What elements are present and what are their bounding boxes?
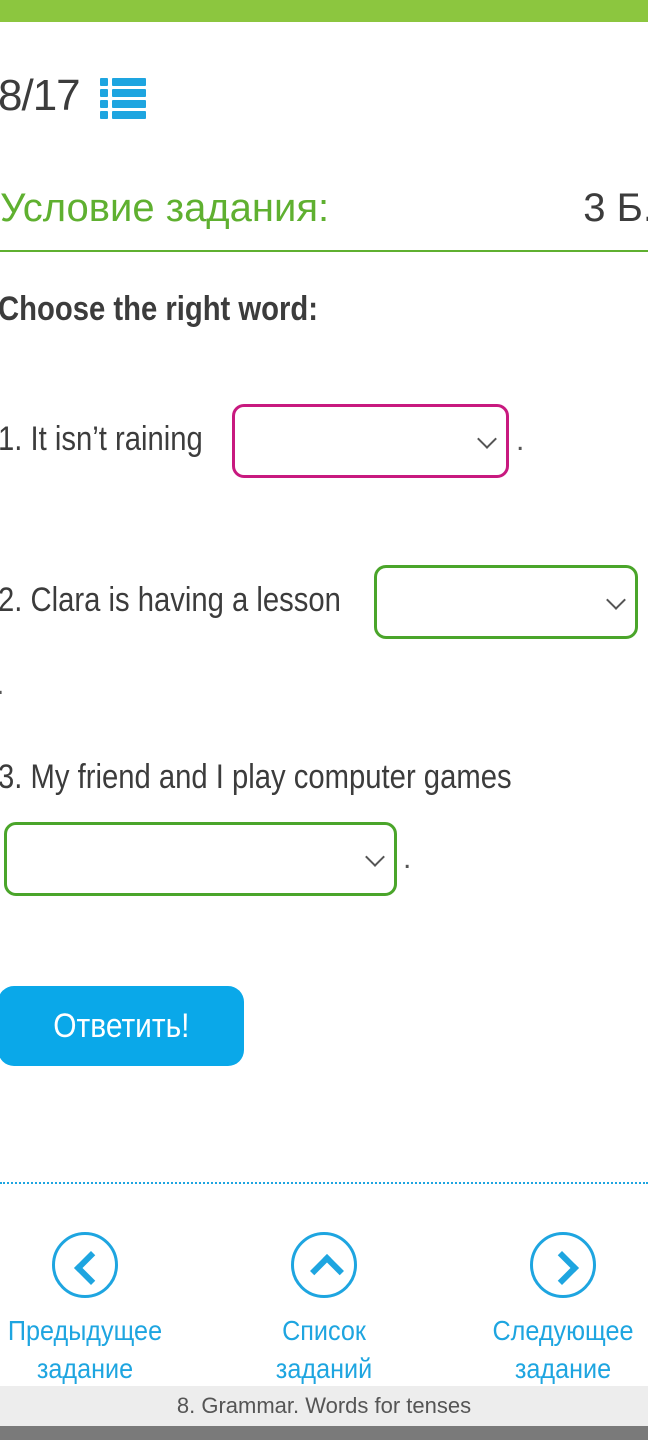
task-list-button[interactable]: Список заданий [204, 1232, 444, 1388]
chevron-down-icon [606, 590, 626, 610]
question-1-suffix: . [516, 424, 525, 457]
chevron-left-icon [52, 1232, 118, 1298]
question-3-select[interactable] [4, 822, 397, 896]
submit-button-label: Ответить! [52, 1006, 190, 1045]
task-list-label-2: заданий [275, 1353, 373, 1384]
question-3-text: 3. My friend and I play computer games [0, 758, 512, 796]
condition-points: 3 Б. [583, 186, 648, 230]
task-instruction: Choose the right word: [0, 290, 319, 328]
question-3-suffix: . [403, 842, 412, 875]
task-counter: 8/17 [0, 66, 148, 126]
chevron-right-icon [530, 1232, 596, 1298]
question-2-text: 2. Clara is having a lesson [0, 581, 341, 619]
question-2-suffix: . [0, 668, 4, 702]
submit-button[interactable]: Ответить! [0, 986, 244, 1066]
task-counter-text: 8/17 [0, 71, 81, 120]
prev-task-label-1: Предыдущее [7, 1315, 163, 1346]
next-task-label-2: задание [514, 1353, 612, 1384]
next-task-label-1: Следующее [492, 1315, 634, 1346]
condition-divider [0, 250, 648, 252]
list-icon[interactable] [99, 74, 148, 119]
chevron-down-icon [477, 429, 497, 449]
question-2-select[interactable] [374, 565, 638, 639]
condition-title: Условие задания: [0, 186, 330, 230]
question-1-text: 1. It isn’t raining [0, 420, 203, 458]
chevron-down-icon [365, 847, 385, 867]
footer-title-text: 8. Grammar. Words for tenses [176, 1393, 472, 1418]
bottom-strip [0, 1426, 648, 1440]
prev-task-label-2: задание [36, 1353, 134, 1384]
next-task-button[interactable]: Следующее задание [443, 1232, 648, 1388]
task-list-label-1: Список [282, 1315, 366, 1346]
nav-divider [0, 1182, 648, 1184]
top-progress-bar [0, 0, 648, 22]
footer-title: 8. Grammar. Words for tenses [0, 1386, 648, 1426]
chevron-up-icon [291, 1232, 357, 1298]
question-1-select[interactable] [232, 404, 509, 478]
prev-task-button[interactable]: Предыдущее задание [0, 1232, 205, 1388]
